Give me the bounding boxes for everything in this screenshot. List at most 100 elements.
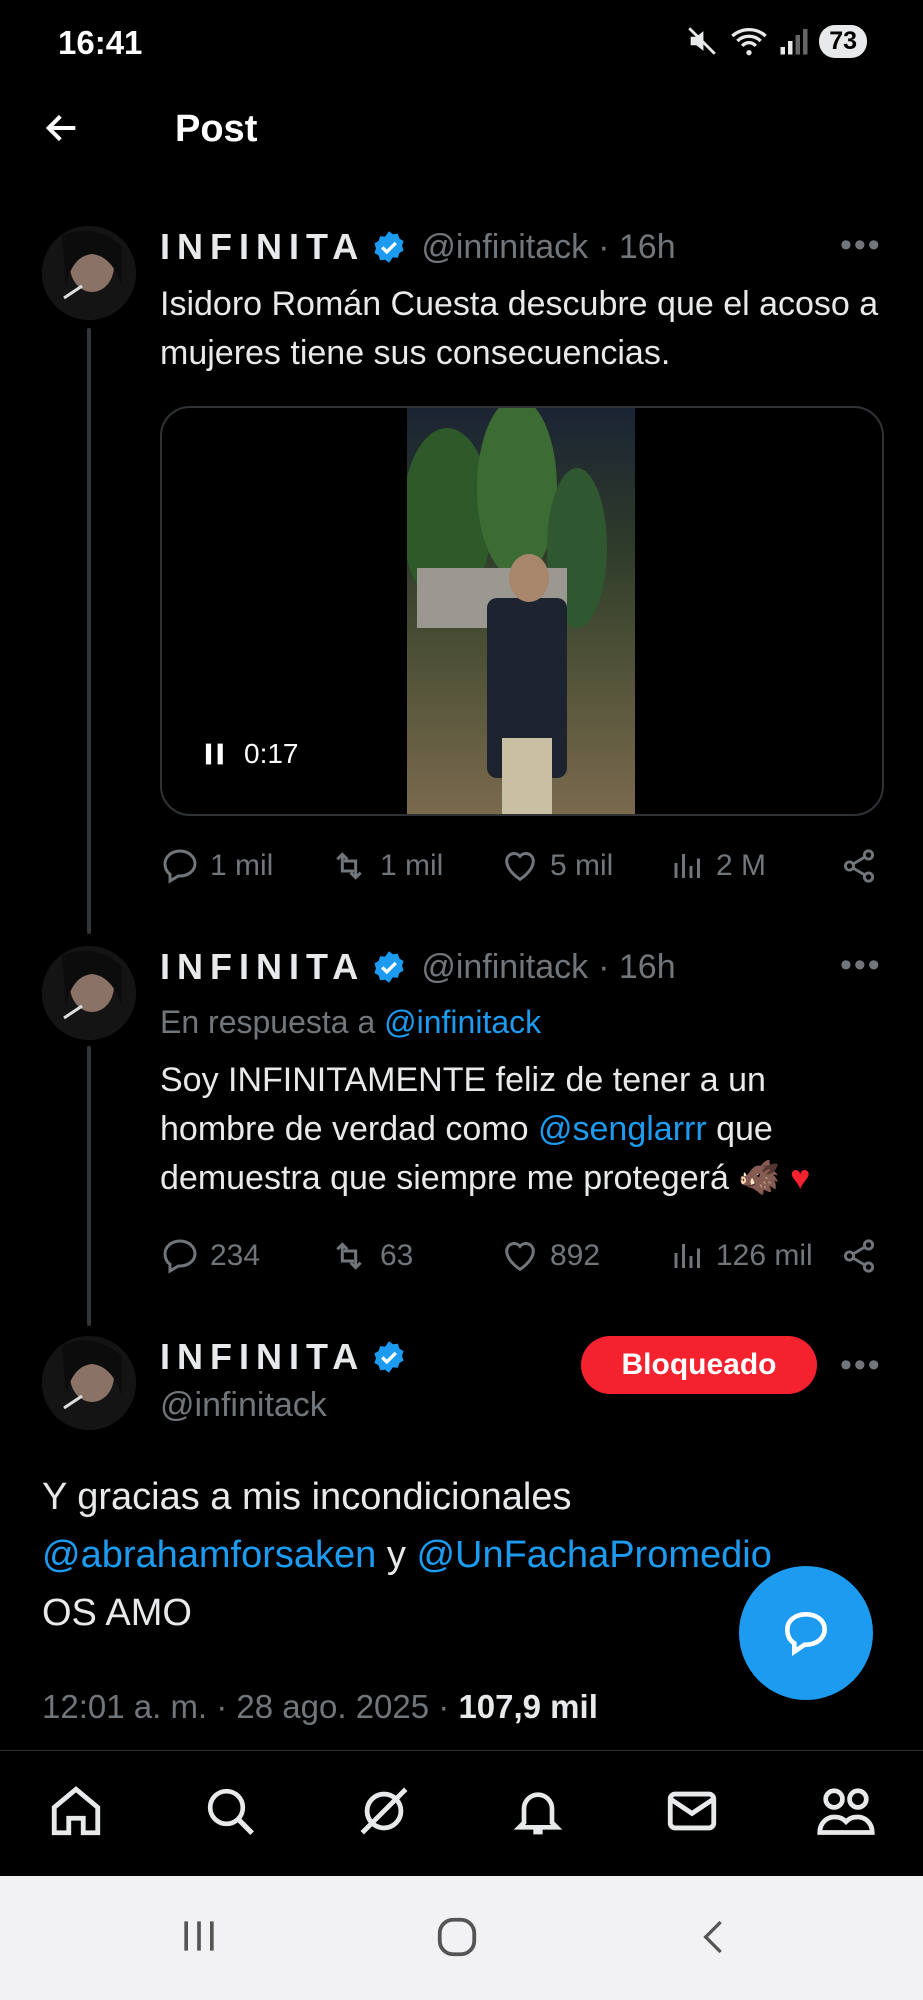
reply-context: En respuesta a @infinitack: [160, 1004, 541, 1041]
arrow-left-icon: [45, 114, 76, 142]
video-duration: 0:17: [244, 738, 299, 769]
nav-search[interactable]: [198, 1779, 262, 1843]
status-icons: 73: [685, 24, 867, 58]
video-player[interactable]: 0:17: [160, 406, 884, 816]
mail-icon: [667, 1791, 717, 1831]
status-time: 16:41: [58, 24, 143, 61]
author-name: INFINITA: [160, 1336, 366, 1377]
post-author[interactable]: INFINITA @infinitack · 16h: [160, 946, 676, 988]
nav-grok[interactable]: [352, 1779, 416, 1843]
repost-icon: [336, 852, 362, 880]
text-line: @abrahamforsaken y @UnFachaPromedio: [42, 1526, 862, 1584]
bottom-nav: [0, 1750, 923, 1875]
verified-badge-icon: [374, 951, 404, 983]
reply-prefix: En respuesta a: [160, 1004, 385, 1040]
battery-level: 73: [819, 24, 867, 58]
post-text: Isidoro Román Cuesta descubre que el aco…: [160, 285, 879, 372]
compose-reply-button[interactable]: [739, 1566, 873, 1700]
mention-link[interactable]: @abrahamforsaken: [42, 1534, 376, 1576]
blocked-button[interactable]: Bloqueado: [581, 1336, 817, 1394]
more-options-icon[interactable]: •••: [840, 946, 882, 985]
reply-button[interactable]: 234: [160, 1236, 260, 1276]
like-count: 5 mil: [550, 849, 614, 882]
share-icon: [843, 1239, 875, 1273]
post-author[interactable]: INFINITA: [160, 1336, 407, 1378]
reply-handle-link[interactable]: @infinitack: [384, 1004, 541, 1040]
author-name: INFINITA: [160, 946, 366, 987]
view-count: 126 mil: [716, 1239, 813, 1272]
reply-icon: [163, 849, 197, 884]
video-controls[interactable]: 0:17: [202, 738, 299, 770]
communities-icon: [817, 1788, 875, 1835]
bell-icon: [513, 1792, 563, 1835]
circle-home-icon: [437, 1917, 477, 1957]
avatar[interactable]: [42, 946, 136, 1040]
post-views[interactable]: 107,9 mil: [458, 1688, 597, 1725]
reply-count: 234: [210, 1239, 261, 1272]
post-time: · 16h: [598, 947, 676, 986]
mention-link[interactable]: @UnFachaPromedio: [416, 1534, 771, 1576]
view-count: 2 M: [716, 849, 767, 882]
views-icon: [674, 1244, 700, 1268]
more-options-icon[interactable]: •••: [840, 226, 882, 265]
avatar[interactable]: [42, 226, 136, 320]
share-button[interactable]: [840, 846, 878, 886]
wifi-icon: [731, 28, 767, 56]
more-options-icon[interactable]: •••: [840, 1346, 882, 1385]
page-title: Post: [175, 108, 258, 150]
thread-line: [87, 328, 91, 934]
avatar[interactable]: [42, 1336, 136, 1430]
mute-icon: [688, 27, 716, 55]
post-meta: 12:01 a. m. · 28 ago. 2025 · 107,9 mil: [42, 1688, 598, 1726]
author-handle: @infinitack: [160, 1386, 327, 1424]
repost-button[interactable]: 1 mil: [328, 846, 443, 886]
author-name: INFINITA: [160, 226, 366, 267]
text-line: Y gracias a mis incondicionales: [42, 1476, 572, 1518]
verified-badge-icon: [374, 231, 404, 263]
system-back-button[interactable]: [694, 1914, 734, 1965]
home-icon: [51, 1786, 101, 1836]
like-button[interactable]: 5 mil: [500, 846, 613, 886]
share-button[interactable]: [840, 1236, 878, 1276]
views-icon: [674, 854, 700, 878]
recents-icon: [184, 1921, 214, 1951]
conjunction: y: [376, 1534, 417, 1576]
thread-line: [87, 1046, 91, 1326]
like-button[interactable]: 892: [500, 1236, 600, 1276]
chevron-left-icon: [703, 1920, 722, 1954]
video-thumbnail: [402, 408, 635, 814]
system-nav-bar: [0, 1876, 923, 2000]
mention-link[interactable]: @senglarrr: [538, 1110, 707, 1148]
like-count: 892: [550, 1239, 601, 1272]
author-handle: @infinitack: [421, 947, 589, 986]
repost-count: 1 mil: [380, 849, 444, 882]
verified-badge-icon: [374, 1341, 404, 1373]
home-system-button[interactable]: [434, 1914, 480, 1965]
heart-icon: [505, 1242, 535, 1272]
reply-button[interactable]: 1 mil: [160, 846, 273, 886]
views-button[interactable]: 126 mil: [670, 1236, 813, 1276]
signal-icon: [780, 29, 808, 55]
pause-icon[interactable]: [202, 741, 228, 767]
heart-icon: [505, 852, 535, 882]
post-timestamp: 12:01 a. m. · 28 ago. 2025 ·: [42, 1688, 459, 1725]
reply-count: 1 mil: [210, 849, 274, 882]
post-time: · 16h: [598, 227, 676, 266]
repost-count: 63: [380, 1239, 414, 1272]
repost-icon: [336, 1242, 362, 1270]
repost-button[interactable]: 63: [328, 1236, 413, 1276]
back-button[interactable]: [42, 108, 82, 153]
author-handle: @infinitack: [421, 227, 589, 266]
search-icon: [207, 1788, 254, 1835]
nav-messages[interactable]: [660, 1779, 724, 1843]
nav-notifications[interactable]: [506, 1779, 570, 1843]
grok-icon: [360, 1787, 408, 1835]
recent-apps-button[interactable]: [176, 1914, 222, 1963]
nav-communities[interactable]: [814, 1779, 878, 1843]
post-text: Soy INFINITAMENTE feliz de tener a un ho…: [160, 1056, 890, 1203]
post-author[interactable]: INFINITA @infinitack · 16h: [160, 226, 676, 268]
boar-emoji: 🐗: [738, 1159, 781, 1197]
reply-icon: [163, 1239, 197, 1274]
nav-home[interactable]: [44, 1779, 108, 1843]
views-button[interactable]: 2 M: [670, 846, 766, 886]
